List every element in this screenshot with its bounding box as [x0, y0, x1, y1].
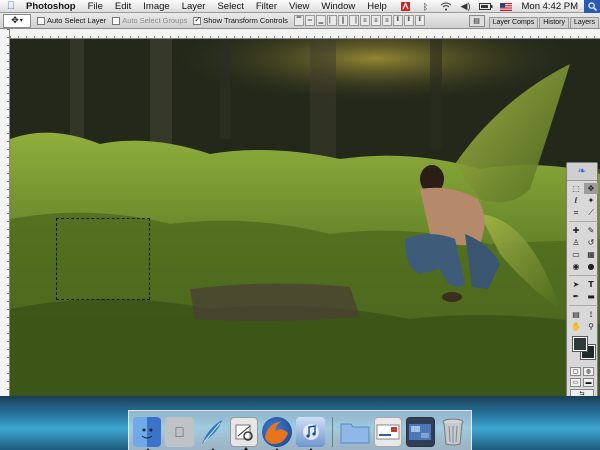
- align-buttons: ▔ ═ ▁ ▏ ║ ▕ ≡ ≡ ≡ ⦀ ⦀ ⦀: [293, 15, 425, 26]
- tab-layers[interactable]: Layers: [569, 16, 599, 28]
- auto-select-groups-checkbox[interactable]: [112, 16, 121, 25]
- align-vcenter-button[interactable]: ═: [304, 15, 315, 26]
- distribute-top-button[interactable]: ≡: [359, 15, 370, 26]
- photoshop-feather-icon[interactable]: [198, 417, 226, 450]
- photoshop-feather-icon[interactable]: ❧: [567, 163, 597, 181]
- align-top-button[interactable]: ▔: [293, 15, 304, 26]
- ruler-vertical[interactable]: [0, 29, 10, 400]
- menubar-clock[interactable]: Mon 4:42 PM: [516, 1, 585, 12]
- notes-tool-icon[interactable]: ▤: [569, 309, 583, 320]
- type-tool-icon[interactable]: T: [584, 279, 598, 290]
- spotlight-icon[interactable]: [584, 0, 600, 13]
- screen-icon[interactable]: [406, 417, 435, 447]
- dodge-tool-icon[interactable]: ●: [584, 261, 598, 272]
- path-selection-tool-icon[interactable]: ➤: [569, 279, 583, 290]
- folder-icon[interactable]: [340, 417, 370, 447]
- mail-icon[interactable]: [373, 417, 403, 447]
- wifi-icon[interactable]: [439, 1, 453, 12]
- preview-icon[interactable]: [230, 417, 259, 450]
- trash-icon[interactable]: [439, 417, 467, 447]
- crop-tool-icon[interactable]: ⌗: [569, 207, 583, 218]
- align-hcenter-button[interactable]: ║: [337, 15, 348, 26]
- tab-history[interactable]: History: [539, 16, 569, 28]
- align-left-button[interactable]: ▏: [326, 15, 337, 26]
- dock: : [128, 410, 472, 450]
- shape-tool-icon[interactable]: ▬: [584, 291, 598, 302]
- menu-filter[interactable]: Filter: [250, 0, 283, 13]
- brush-tool-icon[interactable]: ✎: [584, 225, 598, 236]
- standard-mode-button[interactable]: ▢: [570, 367, 581, 376]
- menu-app-name[interactable]: Photoshop: [22, 0, 82, 13]
- full-screen-mode-button[interactable]: ▬: [583, 378, 594, 387]
- flag-icon[interactable]: [499, 1, 513, 12]
- auto-select-layer-checkbox[interactable]: [37, 16, 45, 25]
- show-transform-controls-label: Show Transform Controls: [203, 16, 288, 25]
- firefox-icon[interactable]: [262, 417, 293, 450]
- hand-tool-icon[interactable]: ✋: [569, 321, 583, 332]
- move-tool-icon[interactable]: ✥: [584, 183, 598, 194]
- chevron-down-icon: ▾: [19, 18, 23, 24]
- color-swatches: [570, 336, 597, 364]
- menu-image[interactable]: Image: [137, 0, 175, 13]
- distribute-vcenter-button[interactable]: ≡: [370, 15, 381, 26]
- menu-window[interactable]: Window: [315, 0, 361, 13]
- auto-select-groups-option[interactable]: Auto Select Groups: [112, 16, 187, 25]
- pen-tool-icon[interactable]: ✒: [569, 291, 583, 302]
- volume-icon[interactable]: ◀): [459, 1, 473, 12]
- menu-edit[interactable]: Edit: [109, 0, 137, 13]
- blur-tool-icon[interactable]: ◉: [569, 261, 583, 272]
- gradient-tool-icon[interactable]: ▦: [584, 249, 598, 260]
- ruler-horizontal[interactable]: [10, 29, 600, 39]
- distribute-hcenter-button[interactable]: ⦀: [403, 15, 414, 26]
- adobe-updater-icon[interactable]: [399, 1, 413, 12]
- screen-mode-buttons: ▭ ▬: [567, 377, 597, 388]
- distribute-bottom-button[interactable]: ≡: [381, 15, 392, 26]
- menu-bar:  Photoshop File Edit Image Layer Select…: [0, 0, 600, 13]
- tool-palette: ❧ ⬚ ✥ ℓ ✦ ⌗ ⟋ ✚ ✎ ♙ ↺ ▭ ▦ ◉ ● ➤ T ✒ ▬ ▤ …: [566, 162, 598, 410]
- apple-icon[interactable]: : [0, 0, 22, 12]
- lasso-tool-icon[interactable]: ℓ: [569, 195, 583, 206]
- auto-select-groups-label: Auto Select Groups: [122, 16, 188, 25]
- eyedropper-tool-icon[interactable]: ⟟: [584, 309, 598, 320]
- magic-wand-tool-icon[interactable]: ✦: [584, 195, 598, 206]
- mask-mode-buttons: ▢ ◍: [567, 366, 597, 377]
- menu-view[interactable]: View: [283, 0, 315, 13]
- selection-marquee[interactable]: [56, 218, 150, 300]
- auto-select-layer-label: Auto Select Layer: [47, 16, 107, 25]
- auto-select-layer-option[interactable]: Auto Select Layer: [37, 16, 106, 25]
- standard-screen-mode-button[interactable]: ▭: [570, 378, 581, 387]
- dock-divider: [331, 417, 333, 447]
- tab-layer-comps[interactable]: Layer Comps: [488, 16, 539, 28]
- system-preferences-icon[interactable]: : [165, 417, 194, 447]
- show-transform-controls-checkbox[interactable]: [193, 15, 202, 25]
- document-canvas[interactable]: [10, 39, 600, 409]
- align-right-button[interactable]: ▕: [348, 15, 359, 26]
- healing-brush-tool-icon[interactable]: ✚: [569, 225, 583, 236]
- menu-file[interactable]: File: [82, 0, 109, 13]
- options-bar: ✥ ▾ Auto Select Layer Auto Select Groups …: [0, 13, 600, 29]
- eraser-tool-icon[interactable]: ▭: [569, 249, 583, 260]
- move-tool-icon: ✥: [11, 15, 19, 25]
- distribute-right-button[interactable]: ⦀: [414, 15, 425, 26]
- palette-well-toggle[interactable]: ▤: [468, 14, 485, 27]
- zoom-tool-icon[interactable]: ⚲: [584, 321, 598, 332]
- menu-help[interactable]: Help: [361, 0, 393, 13]
- battery-icon[interactable]: [478, 1, 493, 12]
- bluetooth-icon[interactable]: ᛒ: [419, 1, 433, 12]
- quick-mask-button[interactable]: ◍: [583, 367, 594, 376]
- show-transform-controls-option[interactable]: Show Transform Controls: [193, 15, 288, 25]
- palette-well: ▤ Layer Comps History Layers: [468, 13, 600, 28]
- itunes-icon[interactable]: [296, 417, 325, 450]
- distribute-left-button[interactable]: ⦀: [392, 15, 403, 26]
- finder-icon[interactable]: [133, 417, 162, 450]
- align-bottom-button[interactable]: ▁: [315, 15, 326, 26]
- marquee-tool-icon[interactable]: ⬚: [569, 183, 583, 194]
- menu-layer[interactable]: Layer: [176, 0, 212, 13]
- foreground-color-swatch[interactable]: [572, 336, 588, 352]
- clone-stamp-tool-icon[interactable]: ♙: [569, 237, 583, 248]
- slice-tool-icon[interactable]: ⟋: [584, 207, 598, 218]
- tool-preset-picker[interactable]: ✥ ▾: [3, 13, 31, 28]
- menu-select[interactable]: Select: [211, 0, 249, 13]
- history-brush-tool-icon[interactable]: ↺: [584, 237, 598, 248]
